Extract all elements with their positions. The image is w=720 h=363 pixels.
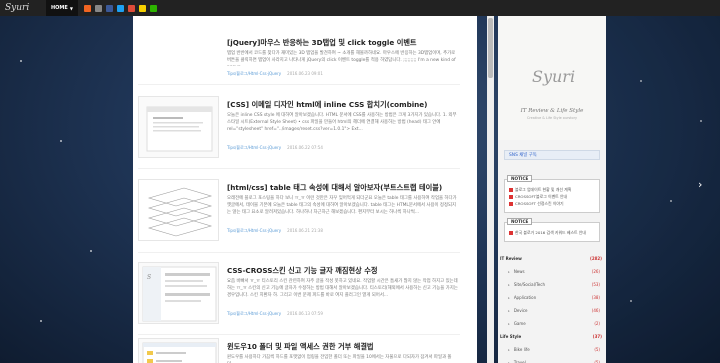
category-item[interactable]: Site/Social/Tech (53)	[498, 282, 606, 287]
notice-label: NOTICE	[507, 218, 533, 225]
notice-box: NOTICE 한국 블로거 2016 검색 키워드 베스트 안내	[504, 218, 600, 242]
blog-logo-image: Syuri	[532, 67, 575, 86]
category-item[interactable]: News (26)	[498, 269, 606, 274]
post-thumbnail[interactable]	[138, 179, 219, 241]
category-count: (38)	[591, 295, 600, 300]
blog-slogan: IT Review & Life Style	[520, 108, 584, 114]
post-meta: Tips/블로그/Html·Css·jQuery 2016.06.22 07:54	[227, 145, 323, 151]
post-meta: Tips/블로그/Html·Css·jQuery 2016.06.21 21:38	[227, 228, 323, 234]
notice-item[interactable]: CROSSOFT 선정스킨 이야기	[505, 200, 599, 207]
divider	[138, 168, 460, 169]
notice-icon	[509, 188, 513, 192]
post-excerpt: 요즘 바빠서 ㅠ_ㅠ 티스토리 스킨 관련하여 자주 글을 작성 못하고 있네요…	[227, 279, 458, 298]
category-count: (2)	[594, 321, 600, 326]
star	[20, 60, 22, 62]
category-item[interactable]: IT Review (282)	[500, 256, 606, 261]
blog-icon[interactable]	[94, 4, 102, 12]
category-count: (46)	[591, 308, 600, 313]
post-title[interactable]: [jQuery]마우스 반응하는 3D탭업 및 click toggle 이벤트	[227, 38, 417, 48]
site-logo[interactable]: Syuri	[0, 3, 46, 13]
star	[60, 140, 62, 142]
scrollbar-thumb[interactable]	[488, 18, 493, 78]
naver-icon[interactable]	[149, 4, 157, 12]
category-label: News	[513, 269, 525, 274]
category-item[interactable]: Application (38)	[498, 295, 606, 300]
category-label: Site/Social/Tech	[513, 282, 546, 287]
category-label: Device	[513, 308, 528, 313]
svg-text:S: S	[147, 274, 151, 281]
notice-item[interactable]: CROSSOFT블로그 이벤트 안내	[505, 193, 599, 200]
divider	[138, 334, 460, 335]
post-excerpt: 윈도우를 사용하다 가끔씩 하드를 포맷없이 업링을 전입한 폴더 또는 파일을…	[227, 355, 452, 363]
divider	[138, 252, 460, 253]
chevron-down-icon: ▼	[69, 5, 73, 11]
category-item[interactable]: Bike life (5)	[498, 347, 606, 352]
twitter-icon[interactable]	[116, 4, 124, 12]
category-label: Life Style	[500, 334, 522, 339]
rss-icon[interactable]	[83, 4, 91, 12]
category-count: (53)	[591, 282, 600, 287]
post-date: 2016.06.23 09:01	[287, 71, 323, 76]
category-label: IT Review	[500, 256, 522, 261]
star	[90, 250, 92, 252]
folder-screenshot-image	[142, 342, 217, 363]
sidebar-profile: Syuri IT Review & Life Style Creative & …	[498, 16, 606, 140]
post-title[interactable]: [html/css] table 태그 속성에 대해서 알아보자(부트스트랩 테…	[227, 183, 442, 193]
next-arrow-icon[interactable]: ›	[698, 178, 708, 191]
notice-icon	[509, 231, 513, 235]
sns-subscribe-button[interactable]: SNS 채널 구독	[504, 150, 600, 160]
category-label: Application	[513, 295, 537, 300]
post-title[interactable]: 윈도우10 폴더 및 파일 액세스 권한 거부 해결법	[227, 342, 374, 352]
google-icon[interactable]	[127, 4, 135, 12]
category-item[interactable]: Game (2)	[498, 321, 606, 326]
post-list: [jQuery]마우스 반응하는 3D탭업 및 click toggle 이벤트…	[133, 16, 477, 363]
top-navbar: Syuri HOME ▼	[0, 0, 720, 16]
category-count: (37)	[592, 334, 602, 339]
notice-icon	[509, 195, 513, 199]
email-template-image	[146, 106, 213, 152]
blog-screenshot-image: S	[142, 266, 217, 322]
post-title[interactable]: CSS-CROSS스킨 신고 기능 글자 깨짐현상 수정	[227, 266, 377, 276]
facebook-icon[interactable]	[105, 4, 113, 12]
blog-subtitle: Creative & Life Style ourstory	[527, 116, 577, 120]
sidebar: Syuri IT Review & Life Style Creative & …	[498, 16, 606, 363]
star	[40, 320, 42, 322]
table-layers-image	[147, 187, 213, 237]
post-excerpt: 오늘은 inline CSS style 에 대하여 알아보겠습니다. HTML…	[227, 113, 457, 132]
notice-icon	[509, 202, 513, 206]
category-count: (282)	[589, 256, 602, 261]
post-excerpt: 탭업 반반에서 코드를 찾다가 재미있는 3D 탭업을 발견하여 ~ 소개를 해…	[227, 51, 456, 66]
post-thumbnail[interactable]	[138, 96, 219, 158]
post-category[interactable]: Tips/블로그/Html·Css·jQuery	[227, 311, 281, 316]
kakao-icon[interactable]	[138, 4, 146, 12]
notice-item[interactable]: 블로그 업데이트 현황 및 개선 계획	[505, 186, 599, 193]
post-date: 2016.06.13 07:59	[287, 311, 323, 316]
post-category[interactable]: Tips/블로그/Html·Css·jQuery	[227, 145, 281, 150]
post-thumbnail[interactable]	[138, 338, 219, 363]
post-category[interactable]: Tips/블로그/Html·Css·jQuery	[227, 228, 281, 233]
post-meta: Tips/블로그/Html·Css·jQuery 2016.06.23 09:01	[227, 71, 323, 77]
post-thumbnail[interactable]: S	[138, 262, 219, 324]
category-count: (5)	[594, 347, 600, 352]
notice-item[interactable]: 한국 블로거 2016 검색 키워드 베스트 안내	[505, 229, 599, 236]
post-excerpt: 오래전에 블로그 포스팅을 하다 보니 ㅠ_ㅠ 이런 것만은 자꾸 잊어먹게 되…	[227, 196, 457, 215]
svg-text:Syuri: Syuri	[532, 67, 575, 86]
post-meta: Tips/블로그/Html·Css·jQuery 2016.06.13 07:59	[227, 311, 323, 317]
category-count: (26)	[591, 269, 600, 274]
post-date: 2016.06.22 07:54	[287, 145, 323, 150]
home-menu[interactable]: HOME ▼	[46, 0, 78, 16]
post-category[interactable]: Tips/블로그/Html·Css·jQuery	[227, 71, 281, 76]
notice-label: NOTICE	[507, 175, 533, 182]
post-date: 2016.06.21 21:38	[287, 228, 323, 233]
divider	[138, 84, 460, 85]
category-item[interactable]: Life Style (37)	[500, 334, 606, 339]
category-item[interactable]: Device (46)	[498, 308, 606, 313]
social-icons	[80, 4, 157, 12]
notice-box: NOTICE 블로그 업데이트 현황 및 개선 계획 CROSSOFT블로그 이…	[504, 175, 600, 213]
category-label: Game	[513, 321, 526, 326]
post-title[interactable]: [CSS] 이메일 디자인 html에 inline CSS 합치기(combi…	[227, 100, 427, 110]
category-label: Bike life	[513, 347, 530, 352]
